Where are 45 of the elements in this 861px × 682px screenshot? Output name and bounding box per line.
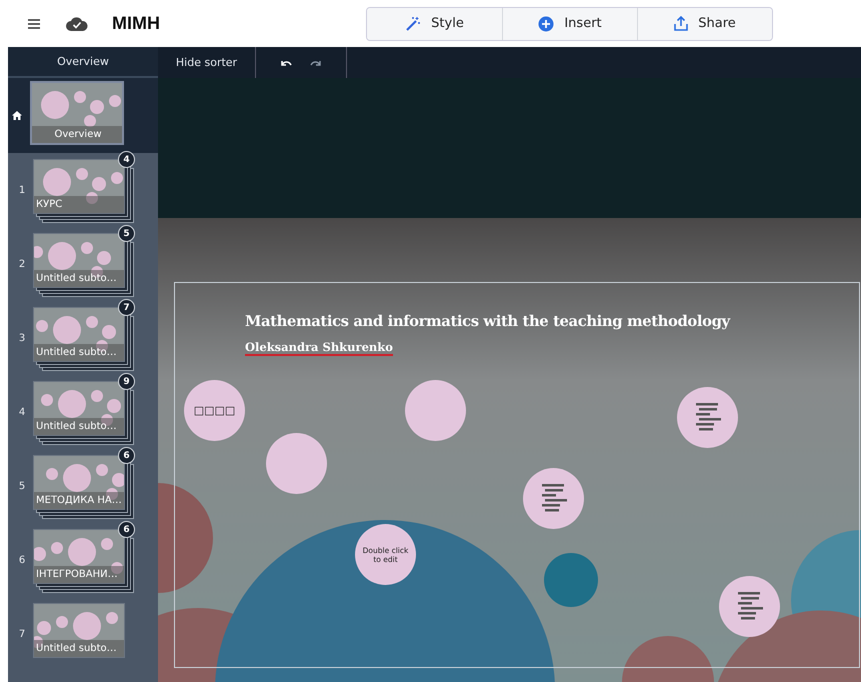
presentation-title: MIMH — [112, 13, 160, 34]
plus-icon — [538, 16, 554, 32]
overview-thumbnail[interactable]: Overview — [30, 80, 124, 144]
sorter-title: Overview — [8, 47, 158, 78]
home-icon[interactable] — [12, 111, 22, 120]
magic-wand-icon — [405, 16, 422, 32]
slide-number: 1 — [18, 184, 26, 196]
redo-icon[interactable] — [310, 58, 322, 66]
style-button[interactable]: Style — [367, 8, 502, 40]
slide-thumbnail[interactable]: Untitled subto… — [33, 307, 125, 362]
step-count-badge: 6 — [118, 447, 135, 464]
slide-label: КУРС — [34, 196, 124, 213]
slide-label: Untitled subto… — [34, 418, 124, 435]
slide-label: Untitled subto… — [34, 344, 124, 361]
circle-text: □□□□ — [192, 404, 236, 418]
step-count-badge: 7 — [118, 299, 135, 316]
slide-number: 5 — [18, 480, 26, 492]
slide-thumbnail[interactable]: КУРС — [33, 159, 125, 214]
overview-label: Overview — [32, 126, 122, 142]
slide-thumbnail[interactable]: Untitled subto… — [33, 233, 125, 288]
cloud-check-icon — [66, 16, 88, 31]
slide-number: 4 — [18, 406, 26, 418]
step-count-badge: 6 — [118, 521, 135, 538]
slide-number: 3 — [18, 332, 26, 344]
step-count-badge: 5 — [118, 225, 135, 242]
slide-label: Untitled subto… — [34, 270, 124, 287]
slide-thumbnail[interactable]: МЕТОДИКА НА… — [33, 455, 125, 510]
slide-author: Oleksandra Shkurenko — [245, 340, 393, 356]
insert-button[interactable]: Insert — [502, 8, 637, 40]
step-count-badge: 9 — [118, 373, 135, 390]
undo-icon[interactable] — [280, 58, 292, 66]
step-count-badge: 4 — [118, 151, 135, 168]
slide-thumbnail[interactable]: Untitled subto… — [33, 381, 125, 436]
slide-number: 2 — [18, 258, 26, 270]
slide-number: 6 — [18, 554, 26, 566]
share-button[interactable]: Share — [637, 8, 772, 40]
slide-thumbnail[interactable]: ІНТЕГРОВАНИ… — [33, 529, 125, 584]
slide-thumbnail[interactable]: Untitled subto… — [33, 603, 125, 658]
slide-number: 7 — [18, 628, 26, 640]
slide-label: МЕТОДИКА НА… — [34, 492, 124, 509]
slide-title: Mathematics and informatics with the teaching methodology — [245, 313, 730, 330]
slide-label: Untitled subto… — [34, 640, 124, 657]
slide-label: ІНТЕГРОВАНИ… — [34, 566, 124, 583]
menu-icon[interactable] — [28, 18, 40, 28]
upload-icon — [674, 16, 688, 31]
